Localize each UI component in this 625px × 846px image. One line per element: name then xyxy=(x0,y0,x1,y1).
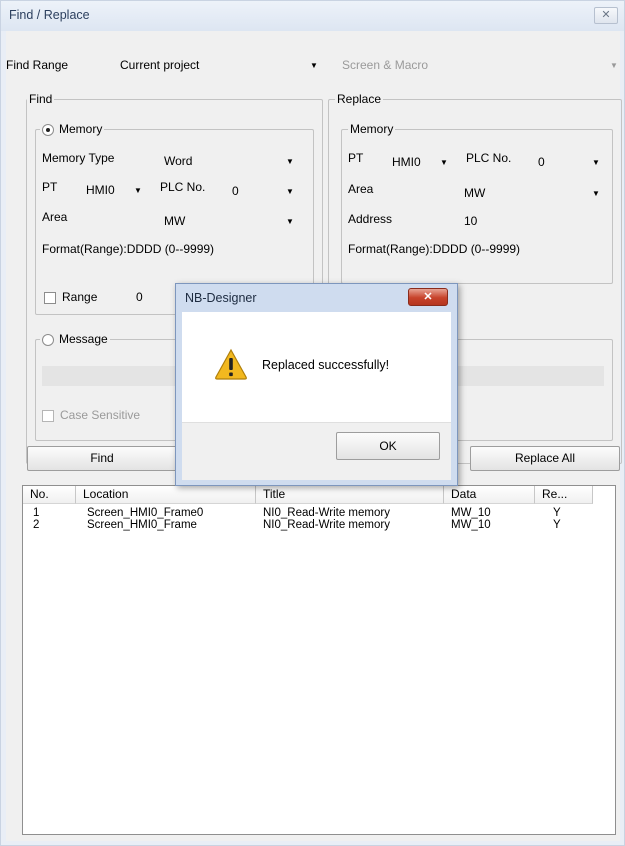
pt-value: HMI0 xyxy=(392,155,421,169)
chevron-down-icon: ▼ xyxy=(310,61,318,70)
area-select[interactable]: MW ▼ xyxy=(464,184,604,202)
plc-value: 0 xyxy=(232,184,239,198)
chevron-down-icon: ▼ xyxy=(592,189,600,198)
area-label: Area xyxy=(42,210,68,224)
radio-unselected-icon xyxy=(42,333,54,346)
chevron-down-icon: ▼ xyxy=(610,61,618,70)
dialog-close-button[interactable]: ✕ xyxy=(408,288,448,306)
format-text: Format(Range):DDDD (0--9999) xyxy=(42,242,215,256)
row-title: NI0_Read-Write memory xyxy=(263,507,390,519)
find-range-label: Find Range xyxy=(6,58,69,72)
row-location: Screen_HMI0_Frame xyxy=(87,519,197,531)
pt-select[interactable]: HMI0 ▼ xyxy=(86,181,152,199)
chevron-down-icon: ▼ xyxy=(286,157,294,166)
address-label: Address xyxy=(348,212,393,226)
column-replaced[interactable]: Re... xyxy=(535,486,593,504)
pt-label: PT xyxy=(348,151,364,165)
plc-label: PLC No. xyxy=(160,180,206,194)
plc-select[interactable]: 0 ▼ xyxy=(232,182,298,200)
memory-type-select[interactable]: Word ▼ xyxy=(164,152,298,170)
window-close-button[interactable]: ✕ xyxy=(594,7,618,24)
column-location[interactable]: Location xyxy=(76,486,256,504)
chevron-down-icon: ▼ xyxy=(286,187,294,196)
row-no: 2 xyxy=(33,519,40,531)
nb-designer-dialog: NB-Designer ✕ Replaced successfully! OK xyxy=(175,283,458,486)
row-data: MW_10 xyxy=(451,507,491,519)
close-icon: ✕ xyxy=(423,291,433,303)
replace-memory-group: Memory PT HMI0 ▼ PLC No. 0 ▼ Area MW ▼ A… xyxy=(341,122,613,284)
replace-memory-legend: Memory xyxy=(348,122,396,136)
warning-icon xyxy=(215,348,247,380)
window-title: Find / Replace xyxy=(9,8,90,22)
results-list[interactable]: No. Location Title Data Re... 1 Screen_H… xyxy=(22,485,616,835)
row-data: MW_10 xyxy=(451,519,491,531)
area-label: Area xyxy=(348,182,374,196)
find-replace-window: Find / Replace ✕ Find Range Current proj… xyxy=(0,0,625,846)
area-select[interactable]: MW ▼ xyxy=(164,212,298,230)
find-range-value: Current project xyxy=(120,58,200,72)
table-row[interactable]: 2 Screen_HMI0_Frame NI0_Read-Write memor… xyxy=(23,519,613,532)
title-bar: Find / Replace ✕ xyxy=(1,1,624,31)
area-value: MW xyxy=(464,186,486,200)
range-value[interactable]: 0 xyxy=(136,290,143,304)
row-location: Screen_HMI0_Frame0 xyxy=(87,507,204,519)
row-replaced: Y xyxy=(553,519,561,531)
scope-value: Screen & Macro xyxy=(342,58,429,72)
message-radio[interactable]: Message xyxy=(40,332,110,346)
column-data[interactable]: Data xyxy=(444,486,535,504)
chevron-down-icon: ▼ xyxy=(286,217,294,226)
close-icon: ✕ xyxy=(601,9,611,21)
radio-selected-icon xyxy=(42,123,54,136)
dialog-title: NB-Designer xyxy=(185,291,257,305)
checkbox-icon xyxy=(44,291,56,304)
pt-label: PT xyxy=(42,180,58,194)
row-no: 1 xyxy=(33,507,40,519)
replace-legend: Replace xyxy=(335,92,384,106)
chevron-down-icon: ▼ xyxy=(440,158,448,167)
row-replaced: Y xyxy=(553,507,561,519)
find-range-select[interactable]: Current project ▼ xyxy=(116,53,326,75)
scope-select: Screen & Macro ▼ xyxy=(336,53,620,75)
column-title[interactable]: Title xyxy=(256,486,444,504)
checkbox-icon xyxy=(42,409,54,422)
range-checkbox[interactable]: Range xyxy=(44,290,97,304)
chevron-down-icon: ▼ xyxy=(592,158,600,167)
column-no[interactable]: No. xyxy=(23,486,76,504)
find-legend: Find xyxy=(27,92,55,106)
memory-type-label: Memory Type xyxy=(42,151,115,165)
memory-type-value: Word xyxy=(164,154,193,168)
address-input[interactable]: 10 xyxy=(464,214,477,228)
plc-select[interactable]: 0 ▼ xyxy=(538,153,604,171)
plc-value: 0 xyxy=(538,155,545,169)
dialog-footer: OK xyxy=(182,422,451,480)
dialog-message: Replaced successfully! xyxy=(262,358,390,372)
memory-radio[interactable]: Memory xyxy=(40,122,105,136)
case-sensitive-checkbox[interactable]: Case Sensitive xyxy=(42,408,140,422)
plc-label: PLC No. xyxy=(466,151,512,165)
find-button[interactable]: Find xyxy=(27,446,177,471)
area-value: MW xyxy=(164,214,186,228)
format-text: Format(Range):DDDD (0--9999) xyxy=(348,242,521,256)
pt-value: HMI0 xyxy=(86,183,115,197)
pt-select[interactable]: HMI0 ▼ xyxy=(392,153,458,171)
dialog-content: Replaced successfully! OK xyxy=(182,312,451,480)
row-title: NI0_Read-Write memory xyxy=(263,519,390,531)
ok-button[interactable]: OK xyxy=(336,432,440,460)
replace-all-button[interactable]: Replace All xyxy=(470,446,620,471)
chevron-down-icon: ▼ xyxy=(134,186,142,195)
